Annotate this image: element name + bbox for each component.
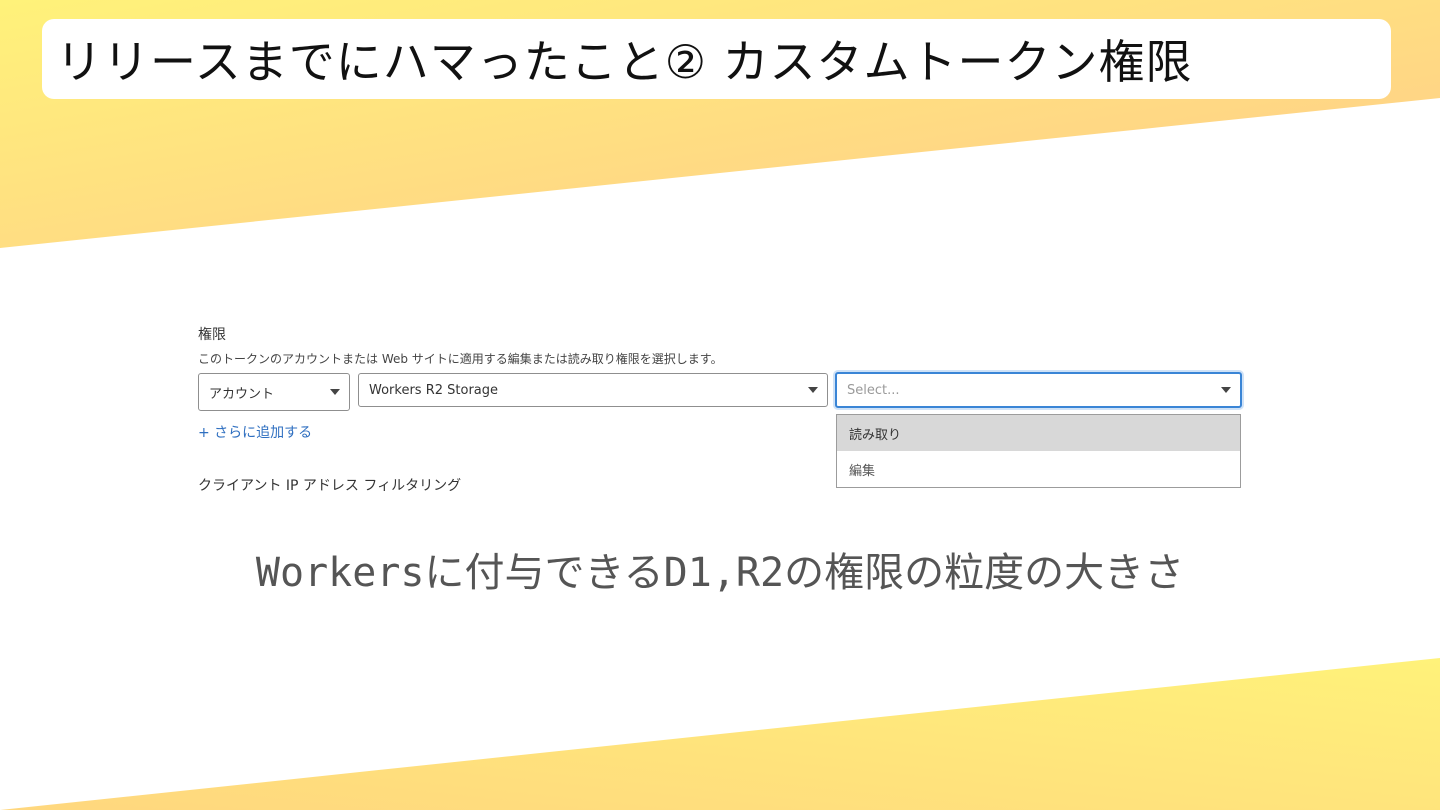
slide-caption: Workersに付与できるD1,R2の権限の粒度の大きさ [255,550,1185,596]
permissions-label: 権限 [198,327,226,343]
slide-title-box: リリースまでにハマったこと② カスタムトークン権限 [42,19,1391,99]
resource-select[interactable]: Workers R2 Storage [358,373,828,407]
ip-filter-label: クライアント IP アドレス フィルタリング [198,478,462,494]
permission-option-edit[interactable]: 編集 [837,451,1240,487]
permission-dropdown-menu: 読み取り 編集 [836,414,1241,488]
scope-select-value: アカウント [209,386,275,402]
chevron-down-icon [1221,387,1231,393]
resource-select-value: Workers R2 Storage [369,382,499,398]
permission-select[interactable]: Select... [835,372,1242,408]
chevron-down-icon [330,389,340,395]
slide-title: リリースまでにハマったこと② カスタムトークン権限 [56,35,1193,89]
permission-select-placeholder: Select... [847,382,900,398]
scope-select[interactable]: アカウント [198,373,350,411]
add-more-link[interactable]: + さらに追加する [198,422,312,442]
chevron-down-icon [808,387,818,393]
permission-option-read[interactable]: 読み取り [837,415,1240,451]
permissions-description: このトークンのアカウントまたは Web サイトに適用する編集または読み取り権限を… [198,352,723,366]
